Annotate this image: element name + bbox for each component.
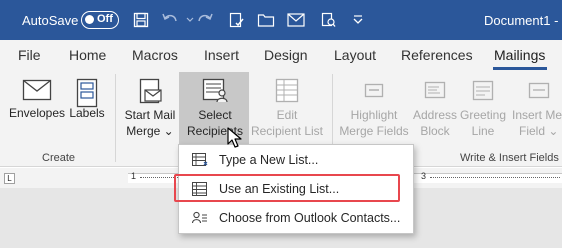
insert-merge-field-icon bbox=[528, 82, 550, 99]
tab-design[interactable]: Design bbox=[264, 47, 308, 63]
new-list-icon bbox=[192, 153, 208, 166]
write-insert-group-label: Write & Insert Fields bbox=[460, 152, 559, 164]
select-recipients-line1: Select bbox=[198, 108, 232, 122]
ribbon-tabs: File Home Macros Insert Design Layout Re… bbox=[0, 40, 562, 70]
document-name: Document1 bbox=[484, 13, 551, 28]
start-mail-merge-line2-wrap: Merge ⌄ bbox=[120, 123, 180, 139]
highlight-merge-fields-line1: Highlight bbox=[350, 108, 398, 122]
menu-item-outlook-contacts[interactable]: Choose from Outlook Contacts... bbox=[179, 205, 413, 231]
create-group-label: Create bbox=[42, 152, 76, 164]
greeting-line-line1: Greeting bbox=[459, 108, 507, 122]
highlight-merge-fields-button[interactable]: Highlight Merge Fields bbox=[338, 78, 410, 139]
greeting-line-line2: Line bbox=[471, 124, 495, 138]
group-separator bbox=[115, 74, 116, 162]
envelope-icon bbox=[22, 79, 52, 101]
menu-item-type-new-list[interactable]: Type a New List... bbox=[179, 147, 413, 173]
autosave-toggle[interactable]: Off bbox=[81, 11, 119, 29]
email-icon[interactable] bbox=[286, 11, 306, 29]
insert-merge-field-line2: Field bbox=[519, 124, 546, 138]
toggle-knob bbox=[85, 15, 94, 24]
address-block-line1: Address bbox=[412, 108, 458, 122]
greeting-line-button[interactable]: Greeting Line bbox=[458, 78, 508, 139]
redo-icon[interactable] bbox=[196, 11, 216, 29]
highlight-merge-fields-icon bbox=[364, 83, 384, 98]
insert-merge-field-line1: Insert Merge bbox=[512, 108, 562, 122]
tab-selector[interactable]: L bbox=[4, 173, 15, 184]
title-separator: - bbox=[554, 13, 559, 28]
address-block-line2: Block bbox=[420, 124, 450, 138]
open-folder-icon[interactable] bbox=[256, 11, 276, 29]
edit-recipient-list-line2: Recipient List bbox=[250, 124, 324, 138]
ruler-number: 1 bbox=[131, 171, 137, 181]
start-mail-merge-icon bbox=[139, 78, 162, 104]
edit-recipient-list-line1: Edit bbox=[276, 108, 298, 122]
outlook-contacts-icon bbox=[192, 211, 207, 224]
document-check-icon[interactable] bbox=[226, 11, 246, 29]
toggle-state-label: Off bbox=[97, 13, 113, 25]
start-mail-merge-button[interactable]: Start Mail Merge ⌄ bbox=[120, 78, 180, 139]
tab-macros[interactable]: Macros bbox=[132, 47, 178, 63]
address-block-button[interactable]: Address Block bbox=[412, 78, 458, 139]
autosave-label: AutoSave bbox=[22, 13, 79, 28]
undo-icon[interactable] bbox=[160, 11, 180, 29]
start-mail-merge-line2: Merge bbox=[126, 124, 161, 138]
chevron-down-icon: ⌄ bbox=[163, 124, 174, 138]
labels-icon bbox=[76, 78, 98, 108]
customize-qat-icon[interactable] bbox=[348, 11, 368, 29]
edit-recipient-list-button[interactable]: Edit Recipient List bbox=[250, 78, 324, 139]
print-preview-icon[interactable] bbox=[318, 11, 338, 29]
highlight-merge-fields-line2: Merge Fields bbox=[339, 124, 409, 138]
chevron-down-icon: ⌄ bbox=[548, 124, 559, 138]
address-block-icon bbox=[424, 81, 446, 99]
tab-mailings[interactable]: Mailings bbox=[494, 47, 545, 63]
tab-file[interactable]: File bbox=[18, 47, 41, 63]
tab-layout[interactable]: Layout bbox=[334, 47, 376, 63]
menu-item-label: Choose from Outlook Contacts... bbox=[219, 211, 401, 225]
envelopes-label: Envelopes bbox=[8, 106, 66, 120]
mouse-cursor-icon bbox=[227, 127, 242, 148]
tab-references[interactable]: References bbox=[401, 47, 473, 63]
tab-home[interactable]: Home bbox=[69, 47, 106, 63]
title-bar: AutoSave Off Document1 - bbox=[0, 0, 562, 40]
ruler-dots bbox=[430, 177, 560, 179]
insert-merge-field-button[interactable]: Insert Merge Field ⌄ bbox=[509, 78, 562, 139]
labels-button[interactable]: Labels bbox=[68, 78, 106, 127]
envelopes-button[interactable]: Envelopes bbox=[7, 78, 67, 121]
menu-item-label: Type a New List... bbox=[219, 153, 319, 167]
ruler-number: 3 bbox=[421, 171, 427, 181]
greeting-line-icon bbox=[472, 80, 494, 101]
highlight-annotation-box bbox=[174, 174, 400, 202]
tab-insert[interactable]: Insert bbox=[204, 47, 239, 63]
start-mail-merge-line1: Start Mail bbox=[124, 108, 176, 122]
select-recipients-icon bbox=[202, 78, 228, 103]
document-title: Document1 - bbox=[484, 13, 558, 28]
save-icon[interactable] bbox=[131, 11, 151, 29]
labels-label: Labels bbox=[69, 106, 105, 120]
insert-merge-field-line2-wrap: Field ⌄ bbox=[509, 123, 562, 139]
edit-recipient-list-icon bbox=[275, 78, 299, 103]
